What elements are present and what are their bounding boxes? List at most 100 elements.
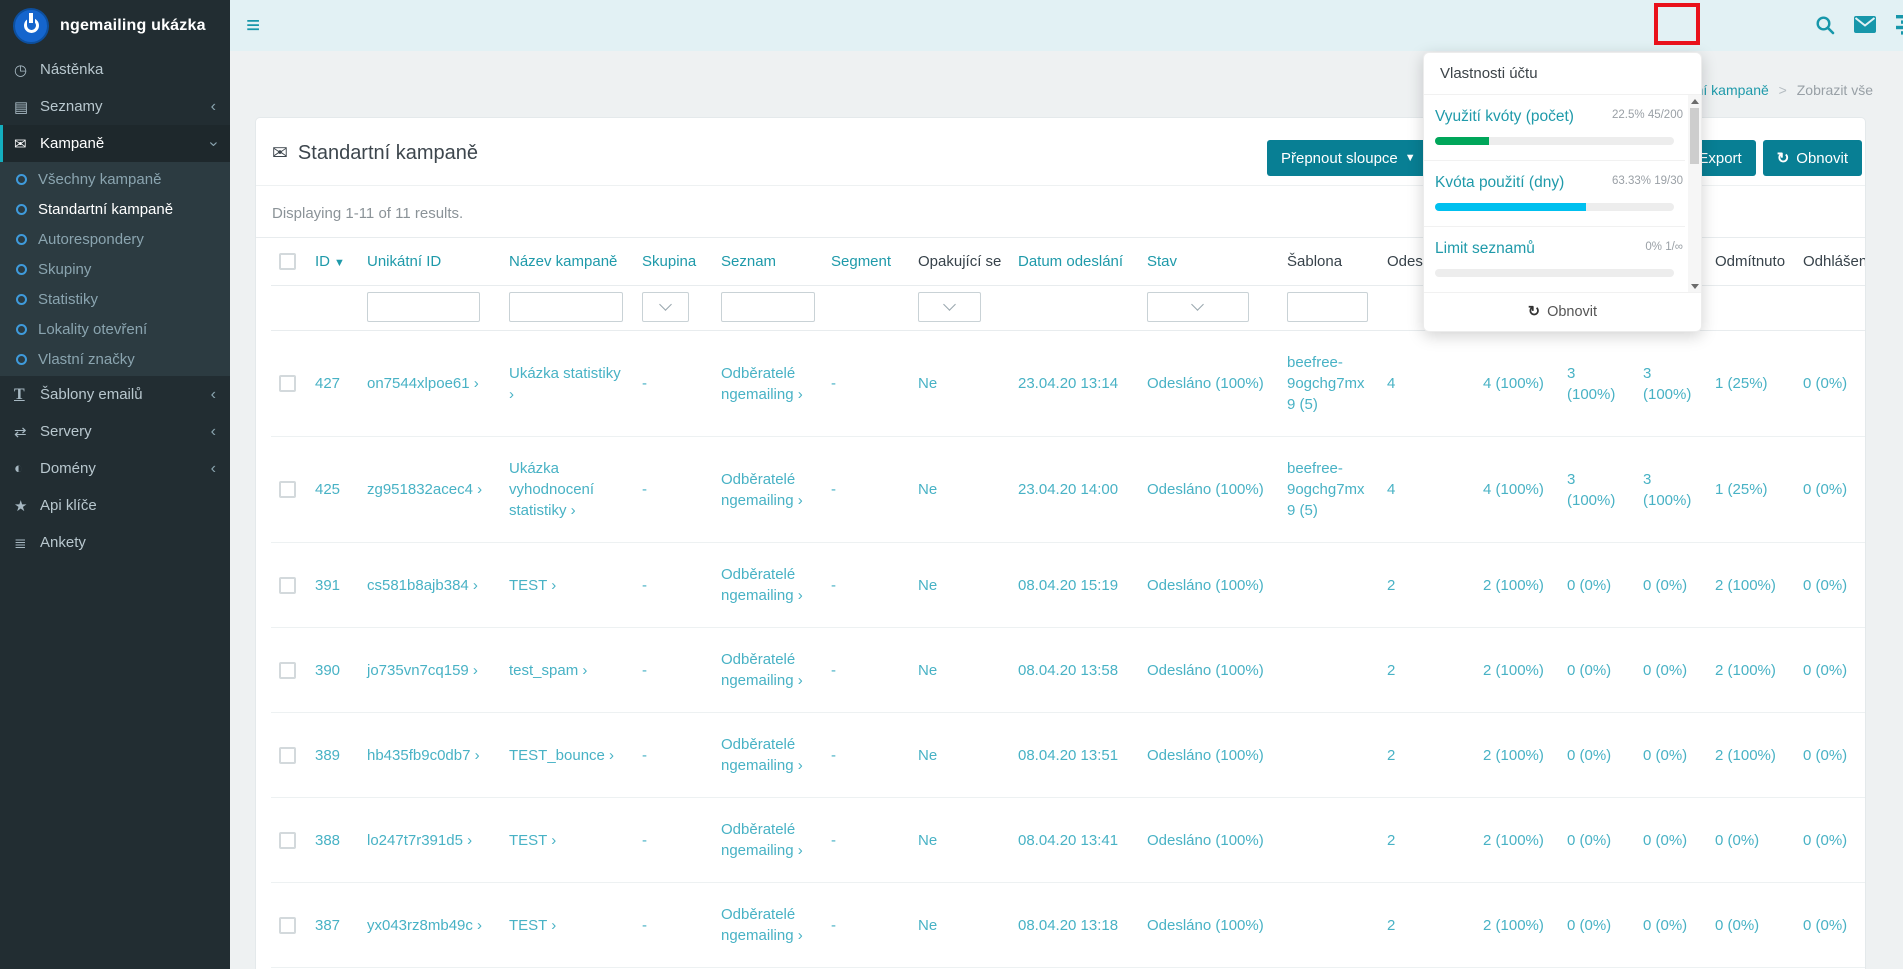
unique_id-link[interactable]: hb435fb9c0db7 › (367, 747, 480, 764)
row-checkbox[interactable] (279, 917, 296, 934)
column-header-status[interactable]: Stav (1139, 238, 1279, 286)
sidebar-subitem[interactable]: Autorespondery (0, 224, 230, 254)
sidebar-item-domeny[interactable]: ◐Domény‹ (0, 450, 230, 487)
sidebar-subitem[interactable]: Lokality otevření (0, 314, 230, 344)
column-header-list[interactable]: Seznam (713, 238, 823, 286)
sidebar-subitem[interactable]: Skupiny (0, 254, 230, 284)
sidebar-item-seznamy[interactable]: ▤Seznamy‹ (0, 88, 230, 125)
filter-input-template[interactable] (1287, 292, 1368, 322)
sent-value: 4 (1387, 481, 1395, 498)
refresh-icon: ↻ (1777, 149, 1790, 167)
filter-select-group[interactable] (642, 292, 689, 322)
sent_date-value: 08.04.20 15:19 (1018, 577, 1118, 594)
sidebar-subitem[interactable]: Vlastní značky (0, 344, 230, 374)
unsubscribed-value: 0 (0%) (1803, 747, 1847, 764)
list-link[interactable]: Odběratelé ngemailing › (721, 821, 803, 859)
sidebar-item-api-klice[interactable]: ★Api klíče (0, 487, 230, 524)
column-header-id[interactable]: ID▼ (307, 238, 359, 286)
sent-value: 4 (1387, 375, 1395, 392)
segment-value: - (831, 481, 836, 498)
scrollbar[interactable] (1688, 95, 1701, 292)
name-link[interactable]: TEST › (509, 917, 556, 934)
sidebar-item-servery[interactable]: ⇄Servery‹ (0, 413, 230, 450)
sidebar: ngemailing ukázka ◷Nástěnka▤Seznamy‹✉Kam… (0, 0, 230, 969)
column-header-segment[interactable]: Segment (823, 238, 910, 286)
filter-select-status[interactable] (1147, 292, 1249, 322)
list-link[interactable]: Odběratelé ngemailing › (721, 906, 803, 944)
account-panel-refresh[interactable]: ↻Obnovit (1424, 292, 1701, 331)
column-header-select (271, 238, 307, 286)
clicked-value: 3 (100%) (1643, 471, 1691, 509)
delivered-value: 2 (100%) (1483, 662, 1544, 679)
segment-value: - (831, 577, 836, 594)
unique_id-link[interactable]: lo247t7r391d5 › (367, 832, 472, 849)
name-link[interactable]: test_spam › (509, 662, 587, 679)
row-checkbox[interactable] (279, 577, 296, 594)
column-header-unsubscribed: Odhlášeno (1795, 238, 1866, 286)
column-header-name[interactable]: Název kampaně (501, 238, 634, 286)
sidebar-toggle-icon[interactable]: ≡ (246, 12, 260, 40)
circle-icon (16, 294, 27, 305)
filter-input-unique_id[interactable] (367, 292, 480, 322)
clicked-value: 0 (0%) (1643, 917, 1687, 934)
sidebar-item-label: Ankety (40, 534, 86, 551)
unique_id-link[interactable]: jo735vn7cq159 › (367, 662, 478, 679)
toggle-columns-button[interactable]: Přepnout sloupce▼ (1267, 140, 1430, 176)
template-link[interactable]: beefree-9ogchg7mx9 (5) (1287, 354, 1365, 413)
sidebar-item-kampane[interactable]: ✉Kampaně‹ (0, 125, 230, 162)
name-link[interactable]: TEST_bounce › (509, 747, 614, 764)
list-link[interactable]: Odběratelé ngemailing › (721, 471, 803, 509)
repeating-value: Ne (918, 917, 937, 934)
unique_id-link[interactable]: on7544xlpoe61 › (367, 375, 479, 392)
scroll-up-icon[interactable] (1688, 95, 1701, 107)
unsubscribed-value: 0 (0%) (1803, 577, 1847, 594)
scrollbar-thumb[interactable] (1690, 108, 1699, 164)
sidebar-item-nastenka[interactable]: ◷Nástěnka (0, 51, 230, 88)
filter-input-list[interactable] (721, 292, 815, 322)
quota-label[interactable]: Limit seznamů (1435, 240, 1535, 258)
scroll-down-icon[interactable] (1688, 280, 1701, 292)
filter-select-repeating[interactable] (918, 292, 981, 322)
column-header-sent_date[interactable]: Datum odeslání (1010, 238, 1139, 286)
row-checkbox[interactable] (279, 662, 296, 679)
column-header-group[interactable]: Skupina (634, 238, 713, 286)
template-link[interactable]: beefree-9ogchg7mx9 (5) (1287, 460, 1365, 519)
sidebar-item-ankety[interactable]: ≣Ankety (0, 524, 230, 561)
row-checkbox[interactable] (279, 375, 296, 392)
rows-icon: ≣ (14, 534, 40, 552)
list-link[interactable]: Odběratelé ngemailing › (721, 566, 803, 604)
quota-label[interactable]: Využití kvóty (počet) (1435, 108, 1574, 126)
filter-input-name[interactable] (509, 292, 623, 322)
list-link[interactable]: Odběratelé ngemailing › (721, 736, 803, 774)
account-properties-icon[interactable] (1896, 15, 1903, 40)
name-link[interactable]: Ukázka vyhodnocení statistiky › (509, 460, 594, 519)
unique_id-link[interactable]: yx043rz8mb49c › (367, 917, 482, 934)
sent_date-value: 08.04.20 13:18 (1018, 917, 1118, 934)
unique_id-link[interactable]: cs581b8ajb384 › (367, 577, 478, 594)
quota-label[interactable]: Kvóta použití (dny) (1435, 174, 1564, 192)
sidebar-subitem-label: Lokality otevření (38, 321, 147, 338)
chevron-left-icon: ‹ (211, 387, 216, 403)
status-value: Odesláno (100%) (1147, 832, 1264, 849)
list-link[interactable]: Odběratelé ngemailing › (721, 365, 803, 403)
search-icon[interactable] (1815, 15, 1835, 40)
sidebar-subitem[interactable]: Všechny kampaně (0, 164, 230, 194)
sent-value: 2 (1387, 917, 1395, 934)
row-checkbox[interactable] (279, 832, 296, 849)
row-checkbox[interactable] (279, 747, 296, 764)
name-link[interactable]: TEST › (509, 832, 556, 849)
row-checkbox[interactable] (279, 481, 296, 498)
messages-icon[interactable] (1854, 16, 1876, 38)
unique_id-link[interactable]: zg951832acec4 › (367, 481, 482, 498)
column-header-unique_id[interactable]: Unikátní ID (359, 238, 501, 286)
sidebar-item-sablony-emailu[interactable]: TŠablony emailů‹ (0, 376, 230, 413)
list-link[interactable]: Odběratelé ngemailing › (721, 651, 803, 689)
refresh-button[interactable]: ↻Obnovit (1763, 140, 1862, 176)
quota-item: Využití kvóty (počet)22.5% 45/200 (1424, 95, 1685, 160)
select-all-checkbox[interactable] (279, 253, 296, 270)
breadcrumb-current: Zobrazit vše (1797, 82, 1873, 98)
sidebar-subitem[interactable]: Standartní kampaně (0, 194, 230, 224)
sidebar-subitem[interactable]: Statistiky (0, 284, 230, 314)
name-link[interactable]: Ukázka statistiky › (509, 365, 621, 403)
name-link[interactable]: TEST › (509, 577, 556, 594)
